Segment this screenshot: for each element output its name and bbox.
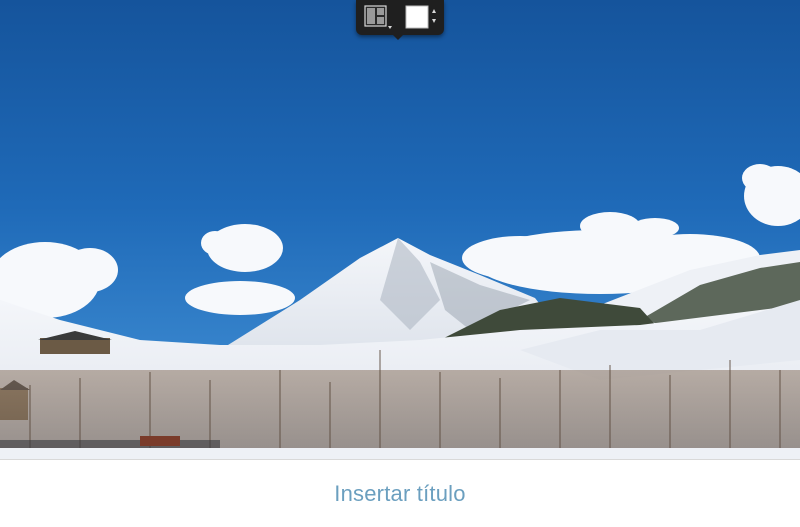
title-placeholder-text: Insertar título [334,480,466,506]
chevron-up-icon [432,9,436,13]
chevron-down-icon [432,19,436,23]
color-swatch-icon [405,5,436,29]
layout-button[interactable] [362,4,394,30]
background-color-button[interactable] [402,4,440,30]
slide-layout-icon [364,5,392,29]
mountain-landscape-image [0,0,800,459]
slide-canvas[interactable]: Insertar título [0,0,800,527]
slide-photo[interactable] [0,0,800,459]
image-format-toolbar [356,0,444,40]
title-placeholder[interactable]: Insertar título [0,459,800,527]
